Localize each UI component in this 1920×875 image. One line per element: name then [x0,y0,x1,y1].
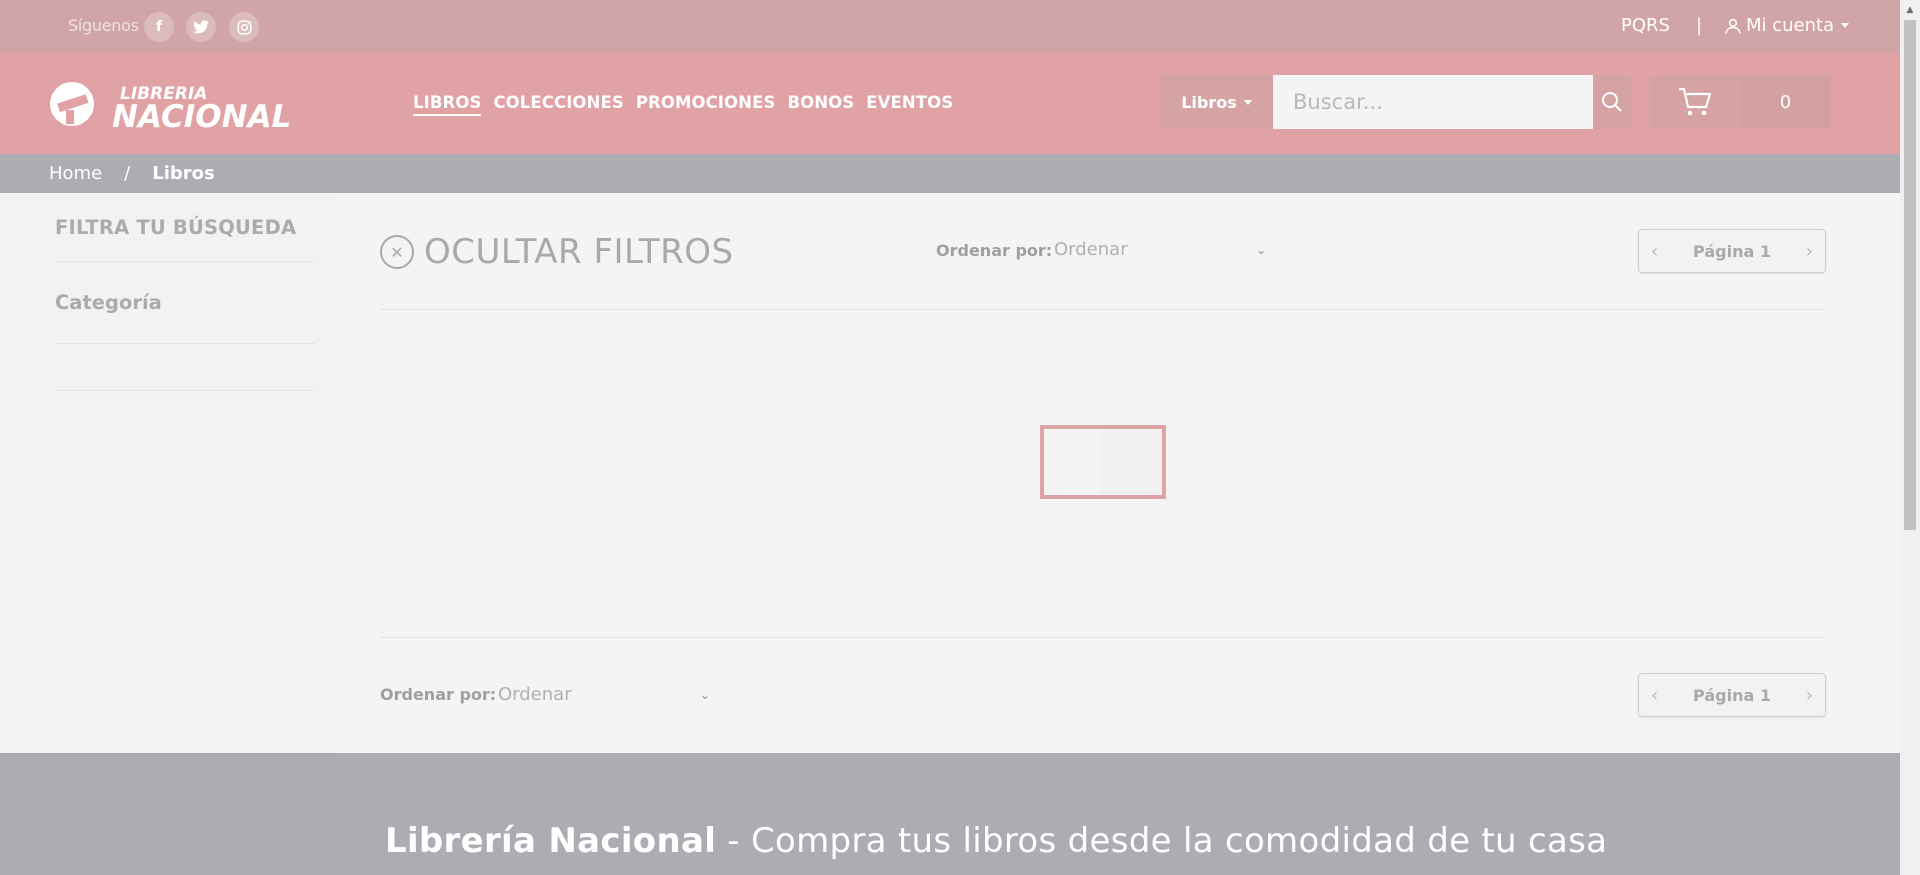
close-icon: ✕ [380,235,414,269]
nav-libros[interactable]: LIBROS [413,93,482,116]
sort-label-bottom: Ordenar por: [380,685,497,704]
logo-text-bottom: NACIONAL [112,99,291,130]
filter-sidebar: FILTRA TU BÚSQUEDA Categoría [0,193,335,753]
hide-filters-label: OCULTAR FILTROS [424,232,734,272]
sort-select-bottom[interactable]: Ordenar ⌄ [498,684,710,705]
footer: Librería Nacional - Compra tus libros de… [0,753,1900,875]
breadcrumb-current: Libros [152,163,215,184]
loading-shimmer [1100,429,1162,495]
search-input[interactable] [1273,75,1593,129]
pqrs-link[interactable]: PQRS [1621,15,1670,36]
account-label: Mi cuenta [1746,15,1835,36]
main-nav: LIBROS COLECCIONES PROMOCIONES BONOS EVE… [413,93,953,116]
scroll-thumb[interactable] [1904,20,1916,530]
sort-select-value: Ordenar [498,684,572,705]
divider [380,637,1825,638]
scroll-up-icon[interactable]: ▲ [1900,0,1920,20]
divider [380,309,1825,310]
cart-count: 0 [1740,75,1831,129]
search-button[interactable] [1593,75,1631,129]
nav-promociones[interactable]: PROMOCIONES [636,93,776,116]
breadcrumb-separator: / [124,163,131,184]
top-bar: Síguenos f PQRS | Mi cuenta [0,0,1900,53]
nav-bonos[interactable]: BONOS [787,93,854,116]
instagram-icon[interactable] [229,12,259,42]
facebook-icon[interactable]: f [144,12,174,42]
breadcrumb: Home / Libros [0,154,1900,193]
chevron-down-icon: ⌄ [1255,242,1266,257]
chevron-right-icon[interactable]: › [1806,241,1813,262]
divider [55,343,315,344]
search-category-label: Libros [1181,92,1237,112]
page-indicator: Página 1 [1693,685,1771,705]
footer-tagline: Librería Nacional - Compra tus libros de… [385,821,1607,861]
footer-tagline-text: - Compra tus libros desde la comodidad d… [716,821,1608,861]
pagination: ‹ Página 1 › [1638,229,1826,273]
cart-icon [1650,75,1740,129]
divider [55,261,315,262]
user-icon [1725,18,1741,34]
divider [55,390,315,391]
account-menu[interactable]: Mi cuenta [1724,15,1850,36]
chevron-down-icon: ⌄ [699,687,710,702]
chevron-down-icon [1243,99,1252,105]
footer-brand: Librería Nacional [385,821,717,861]
main-header: LIBRERIA NACIONAL LIBROS COLECCIONES PRO… [0,53,1900,154]
site-logo[interactable]: LIBRERIA NACIONAL [48,78,302,135]
chevron-left-icon[interactable]: ‹ [1651,685,1658,706]
hide-filters-button[interactable]: ✕ OCULTAR FILTROS [380,232,734,272]
chevron-left-icon[interactable]: ‹ [1651,241,1658,262]
sort-select[interactable]: Ordenar ⌄ [1054,239,1266,260]
page-scrollbar[interactable]: ▲ [1900,0,1920,875]
pagination-bottom: ‹ Página 1 › [1638,673,1826,717]
search-icon [1602,92,1622,112]
nav-eventos[interactable]: EVENTOS [866,93,953,116]
sort-label: Ordenar por: [936,241,1053,260]
search-category-dropdown[interactable]: Libros [1160,75,1273,129]
sort-select-value: Ordenar [1054,239,1128,260]
chevron-down-icon [1841,23,1850,28]
breadcrumb-home[interactable]: Home [49,163,102,184]
chevron-right-icon[interactable]: › [1806,685,1813,706]
follow-label: Síguenos [68,16,139,35]
cart-button[interactable]: 0 [1650,75,1831,129]
topbar-separator: | [1696,15,1703,36]
twitter-icon[interactable] [186,12,216,42]
page-indicator: Página 1 [1693,241,1771,261]
category-filter[interactable]: Categoría [55,291,162,314]
filter-title: FILTRA TU BÚSQUEDA [55,216,297,239]
nav-colecciones[interactable]: COLECCIONES [493,93,623,116]
loading-placeholder [1040,425,1166,499]
